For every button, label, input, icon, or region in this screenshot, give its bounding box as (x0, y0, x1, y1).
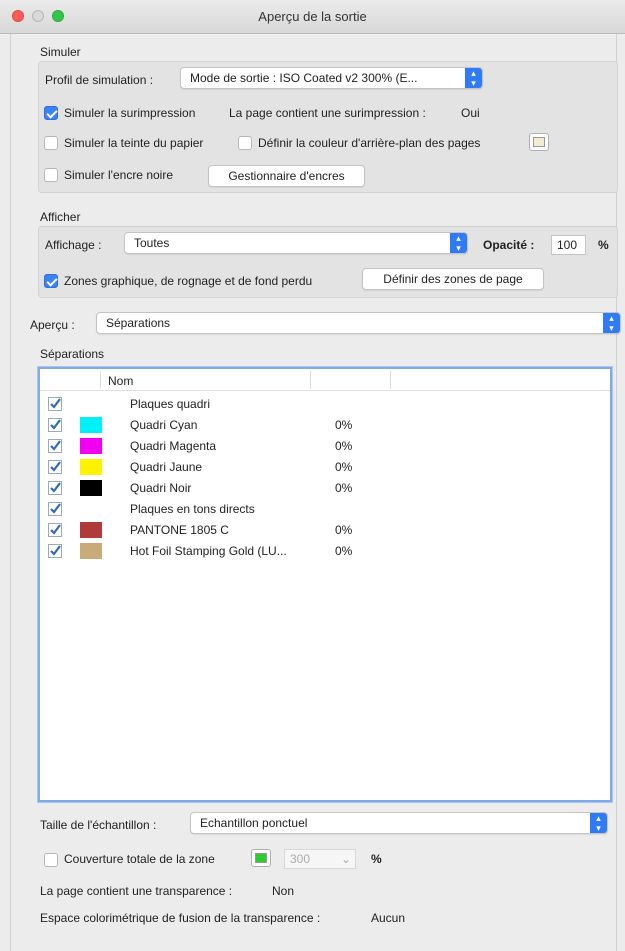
select-arrows-icon: ▴ ▾ (465, 68, 482, 88)
separation-coverage: 0% (335, 418, 353, 432)
couverture-unit: % (371, 852, 382, 866)
select-arrows-icon: ▴ ▾ (603, 313, 620, 333)
separations-list[interactable]: Nom Plaques quadri Quadri Cyan 0% Quadri Ma… (38, 367, 612, 802)
couleur-fond-label: Définir la couleur d'arrière-plan des pa… (258, 136, 481, 150)
separation-color-swatch (80, 438, 102, 454)
encre-noire-checkbox[interactable] (44, 168, 58, 182)
profil-simulation-value: Mode de sortie : ISO Coated v2 300% (E..… (190, 71, 418, 85)
profil-simulation-label: Profil de simulation : (45, 73, 154, 87)
separation-name: Plaques quadri (130, 397, 211, 411)
separation-row[interactable]: PANTONE 1805 C 0% (40, 520, 610, 541)
separation-row[interactable]: Quadri Magenta 0% (40, 436, 610, 457)
echantillon-label: Taille de l'échantillon : (40, 818, 157, 832)
column-separator (100, 371, 101, 389)
page-surimpression-value: Oui (461, 106, 480, 120)
apercu-value: Séparations (106, 316, 171, 330)
affichage-label: Affichage : (45, 238, 102, 252)
separation-name: Hot Foil Stamping Gold (LU... (130, 544, 287, 558)
separation-visibility-checkbox[interactable] (48, 544, 62, 558)
simuler-group-label: Simuler (40, 45, 81, 59)
transparence-value: Non (272, 884, 295, 898)
separation-color-swatch (80, 480, 102, 496)
separation-row[interactable]: Hot Foil Stamping Gold (LU... 0% (40, 541, 610, 562)
simuler-surimpression-label: Simuler la surimpression (64, 106, 196, 120)
echantillon-select[interactable]: Echantillon ponctuel ▴ ▾ (190, 812, 608, 834)
separation-name: PANTONE 1805 C (130, 523, 229, 537)
definir-zones-button[interactable]: Définir des zones de page (362, 268, 544, 290)
select-arrows-icon: ▴ ▾ (590, 813, 607, 833)
separation-color-swatch (80, 459, 102, 475)
couleur-fond-checkbox[interactable] (238, 136, 252, 150)
zones-checkbox[interactable] (44, 274, 58, 288)
separation-color-swatch (80, 543, 102, 559)
separation-coverage: 0% (335, 481, 353, 495)
couleur-fond-swatch-color (533, 137, 545, 147)
couverture-checkbox[interactable] (44, 853, 58, 867)
separation-visibility-checkbox[interactable] (48, 439, 62, 453)
couleur-fond-swatch[interactable] (529, 133, 549, 151)
apercu-select[interactable]: Séparations ▴ ▾ (96, 312, 621, 334)
opacite-input[interactable]: 100 (551, 235, 586, 255)
separations-group-label: Séparations (40, 347, 105, 361)
profil-simulation-select[interactable]: Mode de sortie : ISO Coated v2 300% (E..… (180, 67, 483, 89)
separation-coverage: 0% (335, 544, 353, 558)
column-separator (310, 371, 311, 389)
espace-fusion-label: Espace colorimétrique de fusion de la tr… (40, 911, 321, 925)
zones-label: Zones graphique, de rognage et de fond p… (64, 274, 313, 288)
title-bar: Aperçu de la sortie (0, 0, 625, 34)
separation-coverage: 0% (335, 523, 353, 537)
page-surimpression-label: La page contient une surimpression : (229, 106, 426, 120)
separation-visibility-checkbox[interactable] (48, 502, 62, 516)
window-title: Aperçu de la sortie (258, 9, 367, 24)
separation-name: Quadri Noir (130, 481, 192, 495)
separation-color-swatch (80, 417, 102, 433)
opacite-label: Opacité : (483, 238, 535, 252)
column-separator (390, 371, 391, 389)
teinte-papier-label: Simuler la teinte du papier (64, 136, 204, 150)
separation-row[interactable]: Plaques quadri (40, 394, 610, 415)
select-arrows-icon: ▴ ▾ (450, 233, 467, 253)
separation-row[interactable]: Plaques en tons directs (40, 499, 610, 520)
opacite-unit: % (598, 238, 609, 252)
separation-coverage: 0% (335, 439, 353, 453)
separation-visibility-checkbox[interactable] (48, 397, 62, 411)
separation-coverage: 0% (335, 460, 353, 474)
couverture-swatch[interactable] (251, 849, 271, 867)
separation-visibility-checkbox[interactable] (48, 481, 62, 495)
separation-color-swatch (80, 522, 102, 538)
affichage-value: Toutes (134, 236, 170, 250)
separation-name: Plaques en tons directs (130, 502, 255, 516)
teinte-papier-checkbox[interactable] (44, 136, 58, 150)
separation-name: Quadri Cyan (130, 418, 198, 432)
encre-noire-label: Simuler l'encre noire (64, 168, 174, 182)
separation-name: Quadri Jaune (130, 460, 203, 474)
separations-list-header: Nom (40, 369, 610, 391)
afficher-group-label: Afficher (40, 210, 81, 224)
separation-row[interactable]: Quadri Noir 0% (40, 478, 610, 499)
separation-row[interactable]: Quadri Jaune 0% (40, 457, 610, 478)
separation-visibility-checkbox[interactable] (48, 523, 62, 537)
couverture-combo[interactable]: 300 ⌄ (284, 849, 356, 869)
separation-visibility-checkbox[interactable] (48, 418, 62, 432)
separation-visibility-checkbox[interactable] (48, 460, 62, 474)
separation-name: Quadri Magenta (130, 439, 217, 453)
couverture-label: Couverture totale de la zone (64, 852, 215, 866)
espace-fusion-value: Aucun (371, 911, 406, 925)
col-nom-header[interactable]: Nom (108, 374, 133, 388)
chevron-down-icon: ⌄ (340, 852, 351, 866)
apercu-label: Aperçu : (30, 318, 75, 332)
simuler-surimpression-checkbox[interactable] (44, 106, 58, 120)
echantillon-value: Echantillon ponctuel (200, 816, 308, 830)
affichage-select[interactable]: Toutes ▴ ▾ (124, 232, 468, 254)
transparence-label: La page contient une transparence : (40, 884, 233, 898)
couverture-value: 300 (290, 852, 311, 866)
separation-row[interactable]: Quadri Cyan 0% (40, 415, 610, 436)
couverture-swatch-color (255, 853, 267, 863)
gestionnaire-encres-button[interactable]: Gestionnaire d'encres (208, 165, 365, 187)
